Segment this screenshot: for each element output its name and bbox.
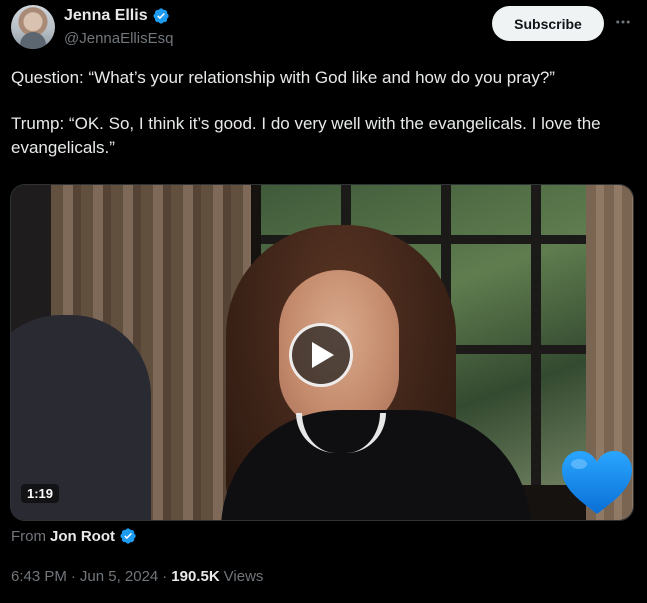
verified-badge-icon bbox=[153, 8, 169, 24]
views-label: Views bbox=[223, 568, 264, 585]
tweet-date[interactable]: Jun 5, 2024 bbox=[80, 568, 158, 585]
avatar[interactable] bbox=[11, 5, 55, 49]
video-player[interactable]: 1:19 bbox=[10, 184, 634, 521]
tweet-header: Jenna Ellis @JennaEllisEsq Subscribe bbox=[0, 0, 647, 60]
tweet-paragraph: Question: “What’s your relationship with… bbox=[11, 68, 555, 87]
video-duration: 1:19 bbox=[21, 484, 60, 503]
play-icon[interactable] bbox=[289, 323, 353, 387]
tweet-text: Question: “What’s your relationship with… bbox=[11, 66, 631, 160]
views-count: 190.5K bbox=[171, 568, 220, 585]
source-attribution: From Jon Root bbox=[11, 527, 137, 545]
tweet-meta: 6:43 PM · Jun 5, 2024 · 190.5K Views bbox=[11, 568, 263, 585]
blue-heart-icon bbox=[562, 451, 632, 514]
more-horizontal-icon[interactable] bbox=[612, 12, 634, 32]
from-label: From bbox=[11, 527, 46, 545]
author-handle[interactable]: @JennaEllisEsq bbox=[64, 30, 173, 47]
tweet-paragraph: Trump: “OK. So, I think it’s good. I do … bbox=[11, 114, 601, 157]
tweet-time[interactable]: 6:43 PM bbox=[11, 568, 67, 585]
author-display-name[interactable]: Jenna Ellis bbox=[64, 7, 148, 25]
source-name[interactable]: Jon Root bbox=[50, 528, 115, 545]
meta-separator: · bbox=[162, 568, 168, 585]
subscribe-button[interactable]: Subscribe bbox=[492, 6, 604, 41]
verified-badge-icon bbox=[120, 528, 136, 544]
meta-separator: · bbox=[70, 568, 76, 585]
author-name-row[interactable]: Jenna Ellis bbox=[64, 7, 170, 25]
